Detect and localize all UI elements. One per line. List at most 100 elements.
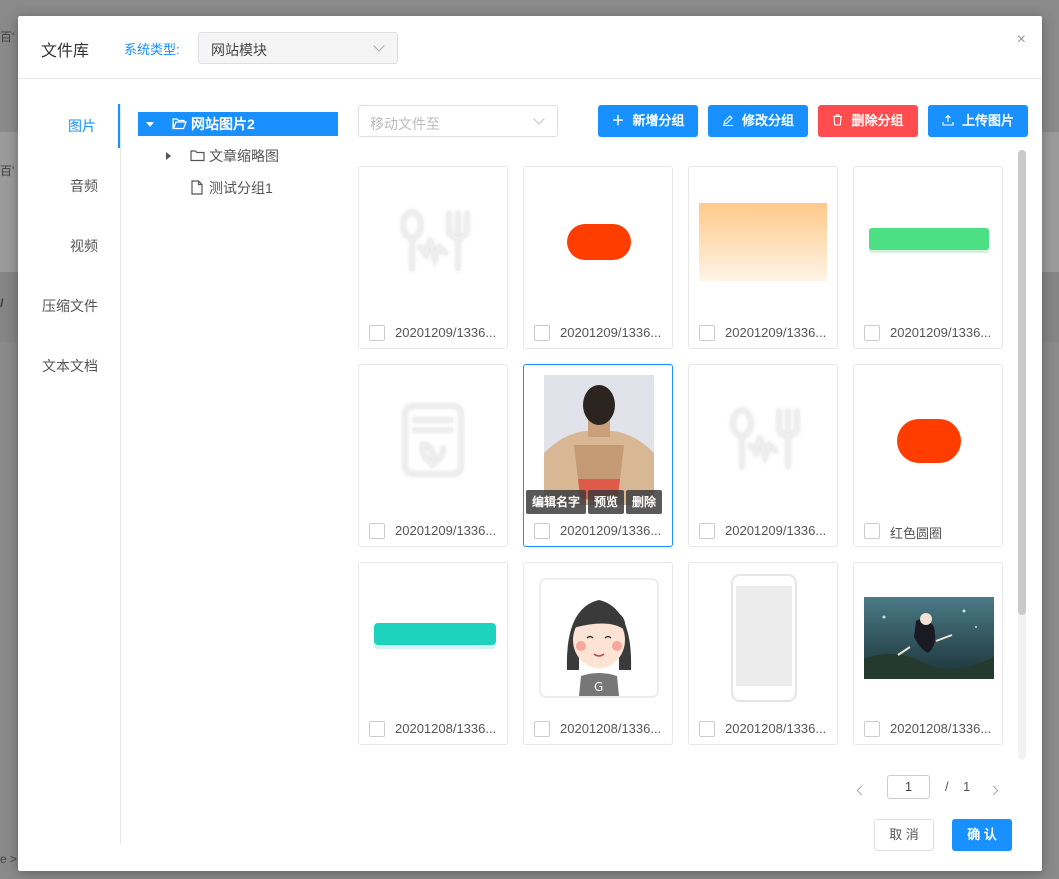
group-tree: 网站图片2 文章缩略图 测试分组1 xyxy=(138,112,338,208)
file-name: 20201209/1336... xyxy=(560,325,662,340)
file-thumbnail xyxy=(369,375,499,505)
cancel-button[interactable]: 取 消 xyxy=(874,819,934,851)
select-checkbox[interactable] xyxy=(534,721,550,737)
file-library-dialog: 文件库 系统类型: 网站模块 × 图片 音频 视频 压缩文件 文本文档 网站图片… xyxy=(18,16,1042,871)
delete-group-label: 删除分组 xyxy=(851,113,904,128)
hover-actions: 编辑名字 预览 删除 xyxy=(526,490,663,514)
rename-button[interactable]: 编辑名字 xyxy=(526,490,587,514)
edit-group-label: 修改分组 xyxy=(741,113,794,128)
add-group-label: 新增分组 xyxy=(632,113,685,128)
select-checkbox[interactable] xyxy=(864,325,880,341)
file-card[interactable]: 20201209/1336... xyxy=(688,364,838,547)
trash-icon xyxy=(833,114,843,126)
tree-node-article-thumbnails[interactable]: 文章缩略图 xyxy=(138,144,338,168)
background-text: 百' xyxy=(0,30,15,44)
folder-icon xyxy=(190,150,205,162)
file-card[interactable]: 20201208/1336... xyxy=(358,562,508,745)
plus-icon: ＋ xyxy=(611,113,625,128)
move-to-placeholder: 移动文件至 xyxy=(370,116,440,132)
confirm-button[interactable]: 确 认 xyxy=(952,819,1012,851)
tree-node-label: 测试分组1 xyxy=(209,180,273,196)
preview-button[interactable]: 预览 xyxy=(588,490,625,514)
system-type-select[interactable]: 网站模块 xyxy=(198,32,398,64)
delete-button[interactable]: 删除 xyxy=(626,490,663,514)
file-card[interactable]: 20201209/1336... xyxy=(358,166,508,349)
type-item-audio[interactable]: 音频 xyxy=(17,164,120,208)
file-name: 20201209/1336... xyxy=(560,523,662,538)
close-icon[interactable]: × xyxy=(1017,32,1026,48)
pencil-icon xyxy=(722,115,733,126)
file-name: 20201208/1336... xyxy=(890,721,992,736)
edit-group-button[interactable]: 修改分组 xyxy=(708,105,808,137)
file-card[interactable]: 20201208/1336... xyxy=(688,562,838,745)
folder-open-icon xyxy=(172,118,187,130)
file-card[interactable]: 20201209/1336... xyxy=(853,166,1003,349)
file-thumbnail xyxy=(534,375,664,505)
file-card[interactable]: 20201209/1336... xyxy=(523,166,673,349)
file-card[interactable]: 20201208/1336... xyxy=(853,562,1003,745)
file-name: 20201209/1336... xyxy=(395,325,497,340)
select-checkbox[interactable] xyxy=(699,721,715,737)
file-name: 20201209/1336... xyxy=(890,325,992,340)
select-checkbox[interactable] xyxy=(534,325,550,341)
file-thumbnail xyxy=(369,573,499,703)
caret-right-icon[interactable] xyxy=(166,152,171,160)
file-grid: 20201209/1336... 20201209/1336... 202012… xyxy=(358,166,1018,756)
file-card[interactable]: 20201209/1336... xyxy=(688,166,838,349)
grid-scrollbar[interactable] xyxy=(1018,150,1026,760)
next-page-icon[interactable] xyxy=(988,785,999,796)
dialog-title: 文件库 xyxy=(41,43,90,60)
tree-node-test-group[interactable]: 测试分组1 xyxy=(138,176,338,200)
page-total: 1 xyxy=(963,779,971,794)
select-checkbox[interactable] xyxy=(864,721,880,737)
select-checkbox[interactable] xyxy=(369,325,385,341)
teal-bar-shape xyxy=(374,623,496,649)
file-name: 20201208/1336... xyxy=(395,721,497,736)
file-thumbnail: G xyxy=(534,573,664,703)
add-group-button[interactable]: ＋ 新增分组 xyxy=(598,105,698,137)
file-thumbnail xyxy=(699,177,829,307)
select-checkbox[interactable] xyxy=(369,523,385,539)
background-text: I xyxy=(0,296,4,310)
select-checkbox[interactable] xyxy=(534,523,550,539)
file-type-nav: 图片 音频 视频 压缩文件 文本文档 xyxy=(18,104,121,844)
file-thumbnail xyxy=(534,177,664,307)
move-to-select[interactable]: 移动文件至 xyxy=(358,105,558,137)
page-number-input[interactable]: 1 xyxy=(887,775,930,799)
fork-spoon-icon xyxy=(401,210,469,271)
red-pill-shape xyxy=(567,224,631,260)
prev-page-icon[interactable] xyxy=(856,785,867,796)
watermark: https://blog.csdn.net/jstljspservlet xyxy=(816,850,1007,865)
delete-group-button[interactable]: 删除分组 xyxy=(818,105,918,137)
type-item-video[interactable]: 视频 xyxy=(17,224,120,268)
dialog-header: 文件库 系统类型: 网站模块 × xyxy=(18,16,1042,79)
girl-avatar-illustration: G xyxy=(539,578,659,698)
file-thumbnail xyxy=(864,177,994,307)
file-name: 20201209/1336... xyxy=(725,325,827,340)
background-text: 百' xyxy=(0,164,15,178)
fork-spoon-icon xyxy=(731,408,799,469)
file-card[interactable]: 编辑名字 预览 删除 20201209/1336... xyxy=(523,364,673,547)
scroll-thumb[interactable] xyxy=(1018,150,1026,615)
chevron-down-icon xyxy=(373,40,385,52)
select-checkbox[interactable] xyxy=(699,523,715,539)
file-card[interactable]: G 20201208/1336... xyxy=(523,562,673,745)
select-checkbox[interactable] xyxy=(864,523,880,539)
upload-image-button[interactable]: 上传图片 xyxy=(928,105,1028,137)
tree-node-website-images[interactable]: 网站图片2 xyxy=(138,112,338,136)
type-item-archives[interactable]: 压缩文件 xyxy=(17,284,120,328)
select-checkbox[interactable] xyxy=(699,325,715,341)
type-item-images[interactable]: 图片 xyxy=(17,104,120,148)
red-pill-shape xyxy=(897,419,961,463)
file-card[interactable]: 20201209/1336... xyxy=(358,364,508,547)
chevron-down-icon xyxy=(533,113,545,125)
phone-frame-icon xyxy=(731,574,797,702)
type-item-documents[interactable]: 文本文档 xyxy=(17,344,120,388)
tree-node-label: 网站图片2 xyxy=(191,116,255,132)
upload-icon xyxy=(942,114,954,126)
caret-down-icon[interactable] xyxy=(146,122,154,127)
file-card[interactable]: 红色圆圈 xyxy=(853,364,1003,547)
file-thumbnail xyxy=(699,573,829,703)
orange-gradient-rect xyxy=(699,203,827,281)
select-checkbox[interactable] xyxy=(369,721,385,737)
